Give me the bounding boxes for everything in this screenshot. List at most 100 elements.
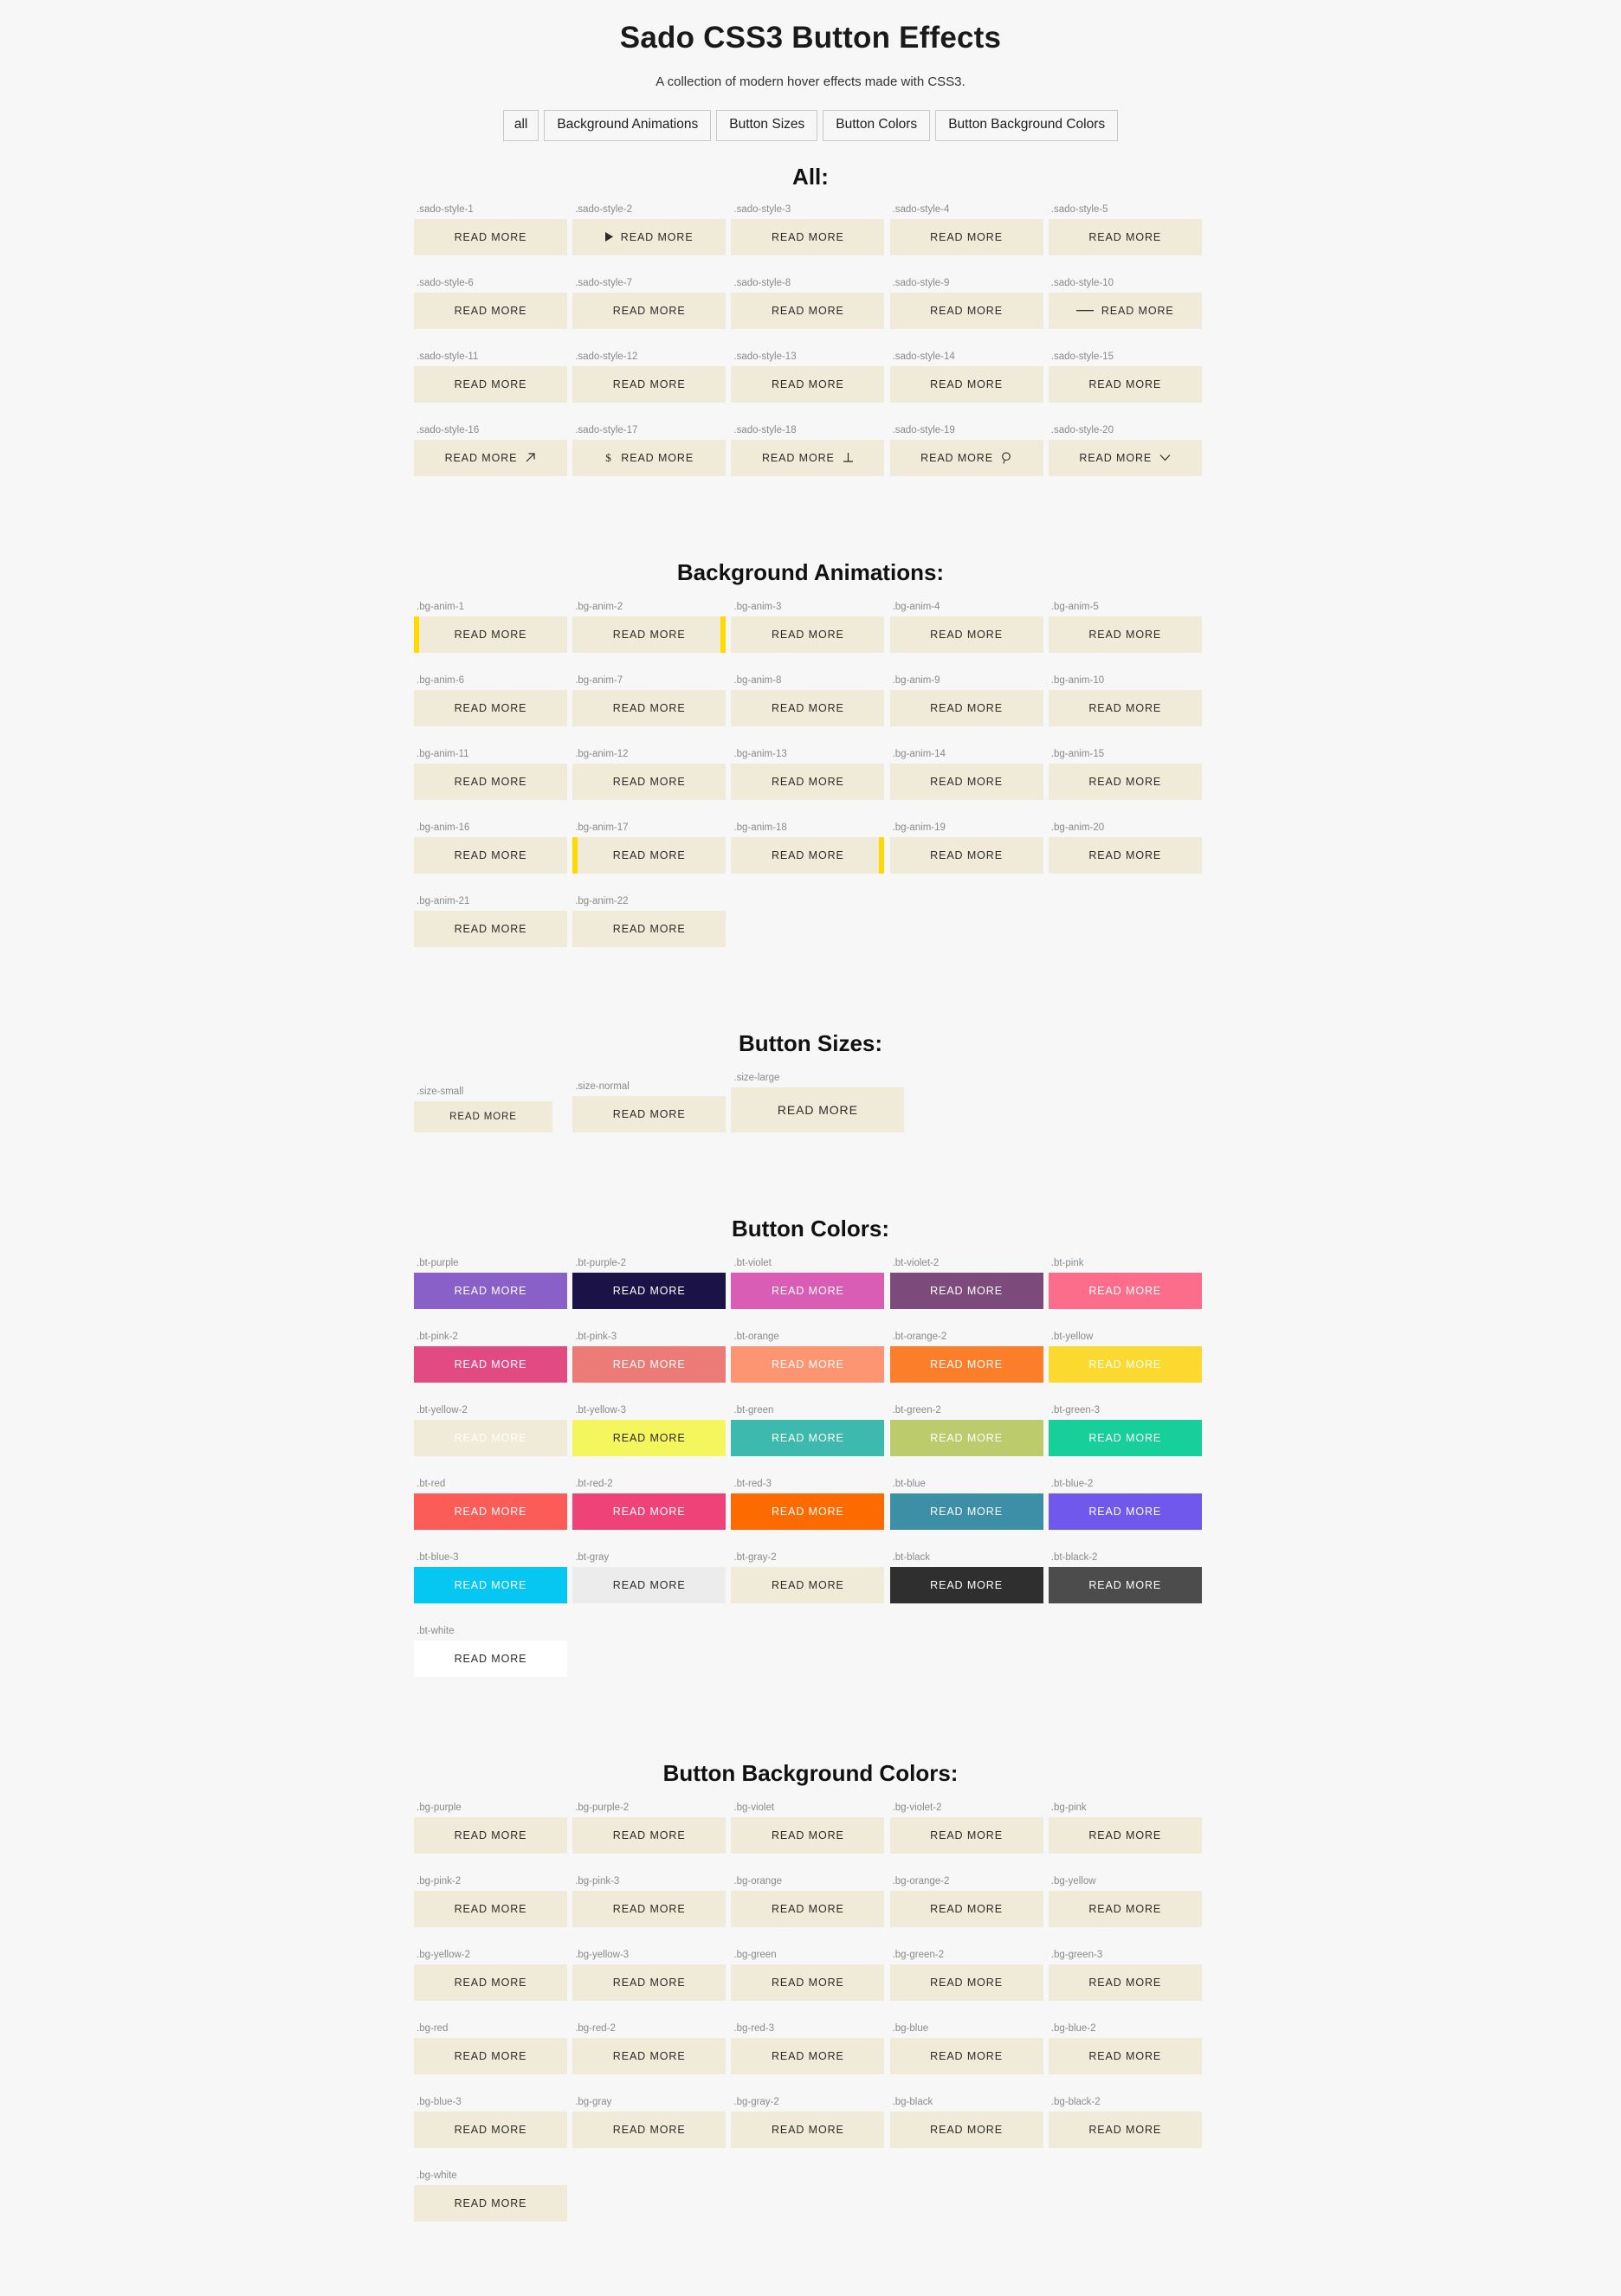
read-more-button-bg-anim-19[interactable]: READ MORE — [889, 836, 1043, 874]
read-more-button-bg-anim-14[interactable]: READ MORE — [889, 763, 1043, 800]
read-more-button-bt-violet-2[interactable]: READ MORE — [889, 1272, 1043, 1309]
read-more-button-bg-green-2[interactable]: READ MORE — [889, 1964, 1043, 2001]
read-more-button-sado-style-15[interactable]: READ MORE — [1048, 365, 1202, 403]
read-more-button-bg-violet[interactable]: READ MORE — [731, 1816, 885, 1854]
read-more-button-bg-anim-20[interactable]: READ MORE — [1048, 836, 1202, 874]
read-more-button-size-normal[interactable]: READ MORE — [572, 1095, 727, 1132]
filter-button-background-animations[interactable]: Background Animations — [544, 110, 712, 141]
read-more-button-sado-style-5[interactable]: READ MORE — [1048, 218, 1202, 255]
read-more-button-sado-style-19[interactable]: READ MORE — [889, 439, 1043, 476]
read-more-button-sado-style-2[interactable]: READ MORE — [572, 218, 727, 255]
read-more-button-bt-purple[interactable]: READ MORE — [414, 1272, 567, 1309]
read-more-button-size-small[interactable]: READ MORE — [414, 1100, 552, 1132]
read-more-button-bg-anim-2[interactable]: READ MORE — [572, 616, 727, 653]
read-more-button-bg-black-2[interactable]: READ MORE — [1048, 2111, 1202, 2148]
read-more-button-bg-anim-17[interactable]: READ MORE — [572, 836, 727, 874]
read-more-button-bg-blue-3[interactable]: READ MORE — [414, 2111, 567, 2148]
read-more-button-bg-anim-1[interactable]: READ MORE — [414, 616, 567, 653]
read-more-button-bg-yellow-2[interactable]: READ MORE — [414, 1964, 567, 2001]
read-more-button-sado-style-1[interactable]: READ MORE — [414, 218, 567, 255]
filter-button-button-sizes[interactable]: Button Sizes — [716, 110, 818, 141]
read-more-button-bg-purple[interactable]: READ MORE — [414, 1816, 567, 1854]
filter-button-all[interactable]: all — [502, 110, 539, 141]
read-more-button-bg-anim-21[interactable]: READ MORE — [414, 910, 567, 947]
read-more-button-bg-yellow[interactable]: READ MORE — [1048, 1890, 1202, 1927]
read-more-button-bg-yellow-3[interactable]: READ MORE — [572, 1964, 727, 2001]
read-more-button-sado-style-14[interactable]: READ MORE — [889, 365, 1043, 403]
read-more-button-bg-white[interactable]: READ MORE — [414, 2184, 567, 2222]
read-more-button-bt-blue-3[interactable]: READ MORE — [414, 1566, 567, 1603]
read-more-button-bg-anim-15[interactable]: READ MORE — [1048, 763, 1202, 800]
read-more-button-sado-style-4[interactable]: READ MORE — [889, 218, 1043, 255]
read-more-button-bt-blue-2[interactable]: READ MORE — [1048, 1493, 1202, 1530]
read-more-button-bg-anim-16[interactable]: READ MORE — [414, 836, 567, 874]
read-more-button-bt-green-2[interactable]: READ MORE — [889, 1419, 1043, 1456]
read-more-button-bg-anim-12[interactable]: READ MORE — [572, 763, 727, 800]
read-more-button-bg-anim-13[interactable]: READ MORE — [731, 763, 885, 800]
read-more-button-size-large[interactable]: READ MORE — [731, 1087, 905, 1132]
read-more-button-bg-anim-10[interactable]: READ MORE — [1048, 689, 1202, 726]
read-more-button-bg-green-3[interactable]: READ MORE — [1048, 1964, 1202, 2001]
read-more-button-bg-anim-11[interactable]: READ MORE — [414, 763, 567, 800]
read-more-button-bg-blue[interactable]: READ MORE — [889, 2037, 1043, 2074]
read-more-button-bg-pink-3[interactable]: READ MORE — [572, 1890, 727, 1927]
read-more-button-bt-gray[interactable]: READ MORE — [572, 1566, 727, 1603]
read-more-button-sado-style-6[interactable]: READ MORE — [414, 292, 567, 329]
read-more-button-sado-style-7[interactable]: READ MORE — [572, 292, 727, 329]
read-more-button-bt-yellow-2[interactable]: READ MORE — [414, 1419, 567, 1456]
read-more-button-bt-gray-2[interactable]: READ MORE — [731, 1566, 885, 1603]
read-more-button-bt-orange-2[interactable]: READ MORE — [889, 1345, 1043, 1383]
read-more-button-sado-style-12[interactable]: READ MORE — [572, 365, 727, 403]
read-more-button-sado-style-11[interactable]: READ MORE — [414, 365, 567, 403]
read-more-button-bg-blue-2[interactable]: READ MORE — [1048, 2037, 1202, 2074]
read-more-button-bg-red-2[interactable]: READ MORE — [572, 2037, 727, 2074]
read-more-button-bg-pink-2[interactable]: READ MORE — [414, 1890, 567, 1927]
read-more-button-bg-anim-18[interactable]: READ MORE — [731, 836, 885, 874]
read-more-button-bt-black-2[interactable]: READ MORE — [1048, 1566, 1202, 1603]
read-more-button-bg-purple-2[interactable]: READ MORE — [572, 1816, 727, 1854]
read-more-button-sado-style-20[interactable]: READ MORE — [1048, 439, 1202, 476]
read-more-button-sado-style-3[interactable]: READ MORE — [731, 218, 885, 255]
read-more-button-bg-anim-5[interactable]: READ MORE — [1048, 616, 1202, 653]
filter-button-button-background-colors[interactable]: Button Background Colors — [935, 110, 1119, 141]
read-more-button-bg-gray[interactable]: READ MORE — [572, 2111, 727, 2148]
read-more-button-bt-purple-2[interactable]: READ MORE — [572, 1272, 727, 1309]
read-more-button-bt-pink-2[interactable]: READ MORE — [414, 1345, 567, 1383]
read-more-button-bt-yellow[interactable]: READ MORE — [1048, 1345, 1202, 1383]
read-more-button-sado-style-16[interactable]: READ MORE — [414, 439, 567, 476]
filter-button-button-colors[interactable]: Button Colors — [823, 110, 931, 141]
read-more-button-bt-green[interactable]: READ MORE — [731, 1419, 885, 1456]
read-more-button-bg-anim-4[interactable]: READ MORE — [889, 616, 1043, 653]
read-more-button-sado-style-8[interactable]: READ MORE — [731, 292, 885, 329]
read-more-button-bg-black[interactable]: READ MORE — [889, 2111, 1043, 2148]
read-more-button-bg-red[interactable]: READ MORE — [414, 2037, 567, 2074]
read-more-button-sado-style-18[interactable]: READ MORE — [731, 439, 885, 476]
read-more-button-sado-style-13[interactable]: READ MORE — [731, 365, 885, 403]
read-more-button-bg-green[interactable]: READ MORE — [731, 1964, 885, 2001]
read-more-button-bt-yellow-3[interactable]: READ MORE — [572, 1419, 727, 1456]
read-more-button-bg-anim-9[interactable]: READ MORE — [889, 689, 1043, 726]
read-more-button-bt-pink[interactable]: READ MORE — [1048, 1272, 1202, 1309]
read-more-button-bg-orange[interactable]: READ MORE — [731, 1890, 885, 1927]
read-more-button-bg-anim-8[interactable]: READ MORE — [731, 689, 885, 726]
read-more-button-sado-style-10[interactable]: READ MORE — [1048, 292, 1202, 329]
read-more-button-bt-blue[interactable]: READ MORE — [889, 1493, 1043, 1530]
read-more-button-bg-red-3[interactable]: READ MORE — [731, 2037, 885, 2074]
read-more-button-bg-orange-2[interactable]: READ MORE — [889, 1890, 1043, 1927]
read-more-button-bt-white[interactable]: READ MORE — [414, 1640, 567, 1677]
read-more-button-bt-red-2[interactable]: READ MORE — [572, 1493, 727, 1530]
read-more-button-bt-green-3[interactable]: READ MORE — [1048, 1419, 1202, 1456]
read-more-button-bg-pink[interactable]: READ MORE — [1048, 1816, 1202, 1854]
read-more-button-bt-pink-3[interactable]: READ MORE — [572, 1345, 727, 1383]
read-more-button-bt-violet[interactable]: READ MORE — [731, 1272, 885, 1309]
read-more-button-sado-style-9[interactable]: READ MORE — [889, 292, 1043, 329]
read-more-button-bg-gray-2[interactable]: READ MORE — [731, 2111, 885, 2148]
read-more-button-bt-orange[interactable]: READ MORE — [731, 1345, 885, 1383]
read-more-button-bg-violet-2[interactable]: READ MORE — [889, 1816, 1043, 1854]
read-more-button-bg-anim-3[interactable]: READ MORE — [731, 616, 885, 653]
read-more-button-bg-anim-6[interactable]: READ MORE — [414, 689, 567, 726]
read-more-button-bt-black[interactable]: READ MORE — [889, 1566, 1043, 1603]
read-more-button-bt-red[interactable]: READ MORE — [414, 1493, 567, 1530]
read-more-button-bg-anim-7[interactable]: READ MORE — [572, 689, 727, 726]
read-more-button-bt-red-3[interactable]: READ MORE — [731, 1493, 885, 1530]
